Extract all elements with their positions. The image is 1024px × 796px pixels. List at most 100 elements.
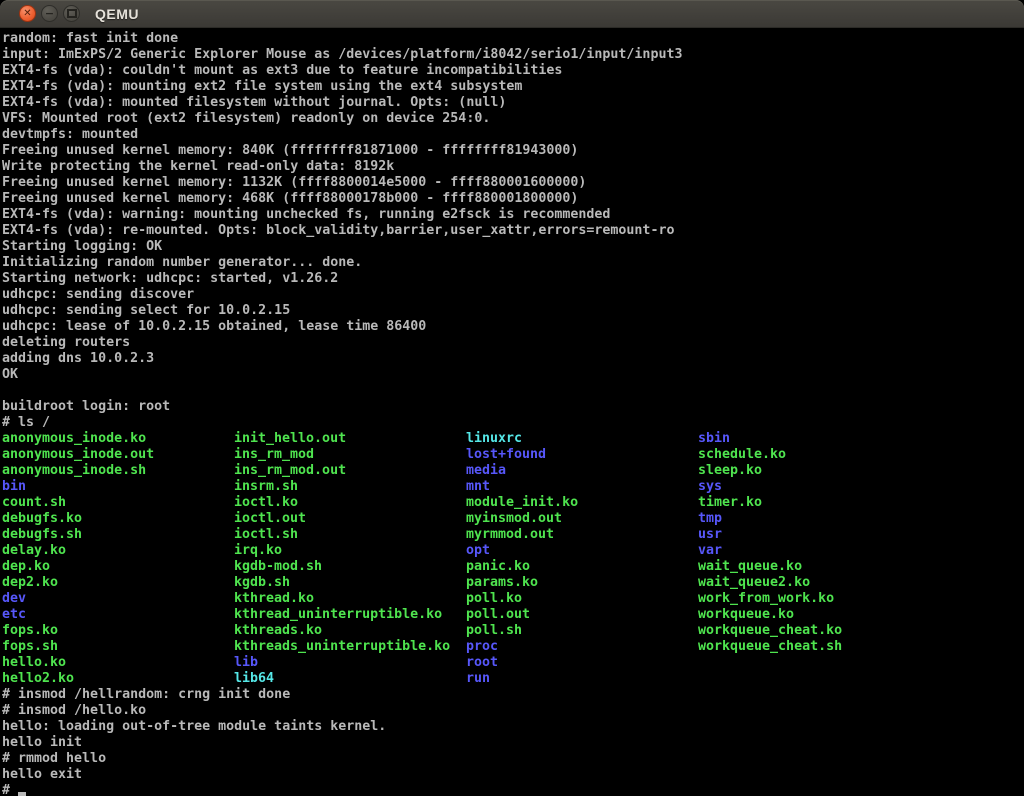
console-line: devtmpfs: mounted <box>2 127 1024 143</box>
file-entry: kthreads_uninterruptible.ko <box>234 639 466 655</box>
console-line: input: ImExPS/2 Generic Explorer Mouse a… <box>2 47 1024 63</box>
directory-entry: sys <box>698 479 930 495</box>
file-entry: ioctl.out <box>234 511 466 527</box>
terminal-cursor <box>18 792 26 796</box>
file-entry: ins_rm_mod.out <box>234 463 466 479</box>
console-line: Starting network: udhcpc: started, v1.26… <box>2 271 1024 287</box>
file-entry: workqueue_cheat.sh <box>698 639 930 655</box>
file-entry: debugfs.sh <box>2 527 234 543</box>
console-line: EXT4-fs (vda): warning: mounting uncheck… <box>2 207 1024 223</box>
file-entry: fops.ko <box>2 623 234 639</box>
file-entry: kthreads.ko <box>234 623 466 639</box>
file-entry: panic.ko <box>466 559 698 575</box>
symlink-entry: lib64 <box>234 671 466 687</box>
file-entry: count.sh <box>2 495 234 511</box>
console-line: hello exit <box>2 767 1024 783</box>
qemu-window: ✕ − QEMU random: fast init doneinput: Im… <box>0 0 1024 796</box>
file-entry: poll.sh <box>466 623 698 639</box>
shell-prompt: # <box>2 783 18 796</box>
file-entry: ioctl.ko <box>234 495 466 511</box>
console-line: random: fast init done <box>2 31 1024 47</box>
file-entry: hello.ko <box>2 655 234 671</box>
ls-output: anonymous_inode.koanonymous_inode.outano… <box>2 431 1024 687</box>
file-entry: insrm.sh <box>234 479 466 495</box>
directory-entry: dev <box>2 591 234 607</box>
console-line: EXT4-fs (vda): couldn't mount as ext3 du… <box>2 63 1024 79</box>
maximize-button[interactable] <box>63 5 80 22</box>
directory-entry: lib <box>234 655 466 671</box>
console-line <box>2 383 1024 399</box>
file-entry: myinsmod.out <box>466 511 698 527</box>
file-entry: poll.out <box>466 607 698 623</box>
console-line: # insmod /hello.ko <box>2 703 1024 719</box>
directory-entry: etc <box>2 607 234 623</box>
console-line: Write protecting the kernel read-only da… <box>2 159 1024 175</box>
directory-entry: usr <box>698 527 930 543</box>
file-entry: myrmmod.out <box>466 527 698 543</box>
empty-cell <box>698 671 930 687</box>
directory-entry: var <box>698 543 930 559</box>
file-entry: module_init.ko <box>466 495 698 511</box>
file-entry: poll.ko <box>466 591 698 607</box>
console-line: VFS: Mounted root (ext2 filesystem) read… <box>2 111 1024 127</box>
file-entry: dep.ko <box>2 559 234 575</box>
file-entry: hello2.ko <box>2 671 234 687</box>
directory-entry: tmp <box>698 511 930 527</box>
console-line: Freeing unused kernel memory: 840K (ffff… <box>2 143 1024 159</box>
file-entry: kthread_uninterruptible.ko <box>234 607 466 623</box>
file-entry: delay.ko <box>2 543 234 559</box>
console-line: Starting logging: OK <box>2 239 1024 255</box>
file-entry: kthread.ko <box>234 591 466 607</box>
minimize-icon: − <box>45 8 54 19</box>
terminal-screen[interactable]: random: fast init doneinput: ImExPS/2 Ge… <box>0 28 1024 796</box>
file-entry: dep2.ko <box>2 575 234 591</box>
symlink-entry: linuxrc <box>466 431 698 447</box>
console-line: # ls / <box>2 415 1024 431</box>
console-line: deleting routers <box>2 335 1024 351</box>
file-entry: params.ko <box>466 575 698 591</box>
file-entry: wait_queue2.ko <box>698 575 930 591</box>
file-entry: kgdb.sh <box>234 575 466 591</box>
file-entry: irq.ko <box>234 543 466 559</box>
file-entry: ioctl.sh <box>234 527 466 543</box>
console-line: EXT4-fs (vda): mounted filesystem withou… <box>2 95 1024 111</box>
console-line: hello init <box>2 735 1024 751</box>
console-line: Freeing unused kernel memory: 1132K (fff… <box>2 175 1024 191</box>
file-entry: anonymous_inode.sh <box>2 463 234 479</box>
directory-entry: bin <box>2 479 234 495</box>
file-entry: wait_queue.ko <box>698 559 930 575</box>
file-entry: anonymous_inode.ko <box>2 431 234 447</box>
file-entry: kgdb-mod.sh <box>234 559 466 575</box>
file-entry: timer.ko <box>698 495 930 511</box>
console-line: Initializing random number generator... … <box>2 255 1024 271</box>
directory-entry: mnt <box>466 479 698 495</box>
file-entry: work_from_work.ko <box>698 591 930 607</box>
close-button[interactable]: ✕ <box>19 5 36 22</box>
file-entry: schedule.ko <box>698 447 930 463</box>
file-entry: workqueue.ko <box>698 607 930 623</box>
console-line: EXT4-fs (vda): mounting ext2 file system… <box>2 79 1024 95</box>
window-title: QEMU <box>95 6 139 22</box>
directory-entry: sbin <box>698 431 930 447</box>
file-entry: anonymous_inode.out <box>2 447 234 463</box>
file-entry: sleep.ko <box>698 463 930 479</box>
file-entry: workqueue_cheat.ko <box>698 623 930 639</box>
console-line: buildroot login: root <box>2 399 1024 415</box>
console-line: OK <box>2 367 1024 383</box>
titlebar: ✕ − QEMU <box>0 0 1024 28</box>
file-entry: fops.sh <box>2 639 234 655</box>
maximize-icon <box>67 9 77 18</box>
console-line: Freeing unused kernel memory: 468K (ffff… <box>2 191 1024 207</box>
console-line: hello: loading out-of-tree module taints… <box>2 719 1024 735</box>
console-line: adding dns 10.0.2.3 <box>2 351 1024 367</box>
directory-entry: run <box>466 671 698 687</box>
directory-entry: opt <box>466 543 698 559</box>
directory-entry: proc <box>466 639 698 655</box>
console-line: udhcpc: sending discover <box>2 287 1024 303</box>
file-entry: debugfs.ko <box>2 511 234 527</box>
console-line: udhcpc: lease of 10.0.2.15 obtained, lea… <box>2 319 1024 335</box>
close-icon: ✕ <box>23 9 31 19</box>
minimize-button[interactable]: − <box>41 5 58 22</box>
directory-entry: media <box>466 463 698 479</box>
empty-cell <box>698 655 930 671</box>
